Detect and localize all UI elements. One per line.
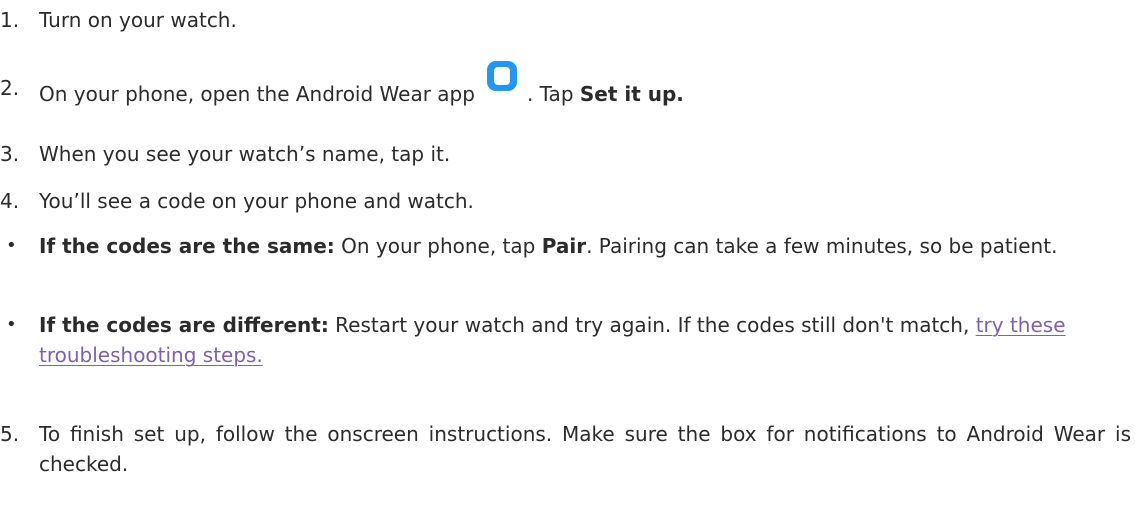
step-number: 4. <box>0 189 20 213</box>
step-text: You’ll see a code on your phone and watc… <box>39 189 474 213</box>
instructions-list: 1. Turn on your watch. 2. On your phone,… <box>0 0 1135 508</box>
step-text: To finish set up, follow the onscreen in… <box>39 422 1131 476</box>
step-number: 1. <box>0 8 20 32</box>
bullet-text: If the codes are the same: On your phone… <box>39 231 1131 261</box>
step-text-part: On your phone, open the Android Wear app <box>39 82 475 106</box>
step-text: On your phone, open the Android Wear app… <box>39 61 1131 109</box>
step-number: 2. <box>0 76 20 100</box>
bullet-heading: If the codes are the same: <box>39 234 335 258</box>
bullet-heading: If the codes are different: <box>39 313 329 337</box>
pair-label: Pair <box>541 234 587 258</box>
android-wear-app-icon <box>485 61 519 105</box>
set-it-up-label: Set it up. <box>579 82 684 106</box>
bullet-text: If the codes are different: Restart your… <box>39 310 1131 370</box>
bullet-text-part: . Pairing can take a few minutes, so be … <box>586 234 1058 258</box>
bullet-text-part: Restart your watch and try again. If the… <box>328 313 976 337</box>
step-text-part: . Tap <box>526 82 580 106</box>
step-number: 5. <box>0 422 20 446</box>
step-text: When you see your watch’s name, tap it. <box>39 142 451 166</box>
step-number: 3. <box>0 142 20 166</box>
step-text: Turn on your watch. <box>39 8 237 32</box>
bullet-text-part: On your phone, tap <box>334 234 542 258</box>
